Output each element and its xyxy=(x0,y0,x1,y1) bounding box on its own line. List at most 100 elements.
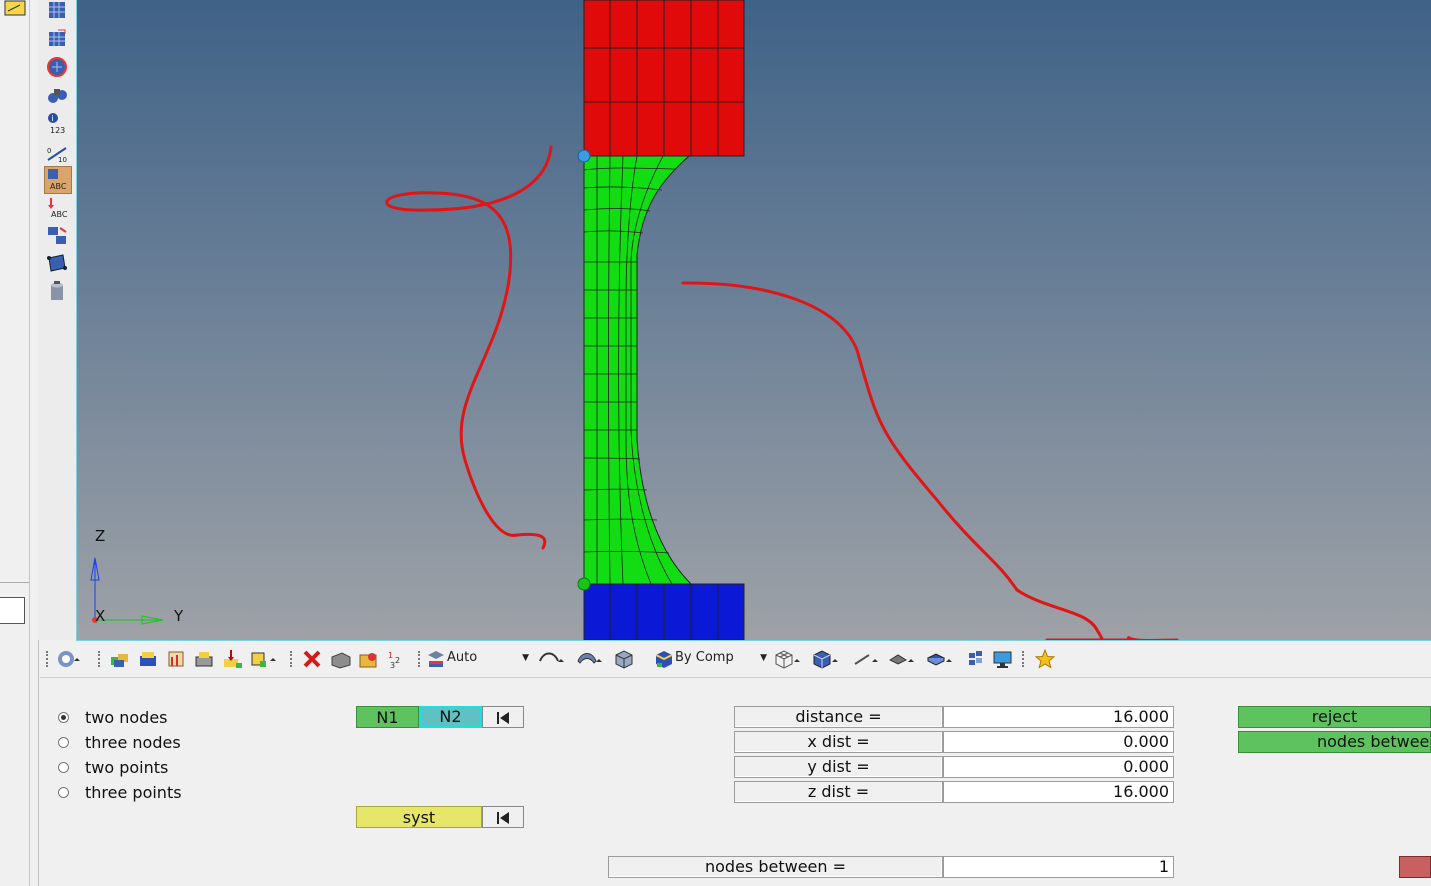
model-canvas[interactable] xyxy=(77,0,1431,640)
distance-label: distance = xyxy=(734,706,943,728)
visual-mode-value: Auto xyxy=(447,650,478,665)
load-collector-icon[interactable] xyxy=(222,649,242,669)
axis-x-label: X xyxy=(95,607,106,625)
svg-text:3: 3 xyxy=(390,661,395,669)
toolbar-grip xyxy=(46,651,50,667)
n2-node-button[interactable]: N2 xyxy=(419,706,482,728)
x-dist-value: 0.000 xyxy=(943,731,1174,753)
return-button[interactable] xyxy=(1399,856,1431,878)
left-panel-strip xyxy=(0,0,30,886)
load-label-icon[interactable]: ABC xyxy=(46,196,68,219)
layers-icon[interactable] xyxy=(138,649,158,669)
delete-icon[interactable] xyxy=(302,649,322,669)
y-dist-value: 0.000 xyxy=(943,756,1174,778)
radio-button[interactable] xyxy=(58,786,69,798)
svg-text:i: i xyxy=(52,114,54,123)
label-abc-icon[interactable]: ABC xyxy=(44,166,72,194)
mesh-edit-icon[interactable] xyxy=(46,28,68,50)
main-toolbar: 123 Auto ▼ By Comp ▼ xyxy=(40,641,1431,678)
z-dist-label: z dist = xyxy=(734,781,943,803)
option-two-points[interactable]: two points xyxy=(58,757,168,777)
node-n1-marker[interactable] xyxy=(577,149,591,163)
distance-value: 16.000 xyxy=(943,706,1174,728)
chevron-down-icon: ▼ xyxy=(760,653,767,663)
panel-divider xyxy=(0,582,29,583)
toolbar-separator xyxy=(1022,651,1026,667)
plane-select-icon[interactable] xyxy=(46,252,68,274)
visual-mode-select[interactable]: Auto ▼ xyxy=(447,647,529,669)
chevron-down-icon: ▼ xyxy=(522,653,529,663)
shell-display-icon[interactable] xyxy=(926,649,952,669)
option-two-nodes[interactable]: two nodes xyxy=(58,707,168,727)
shaded-elements-icon[interactable] xyxy=(812,649,838,669)
cylinder-icon[interactable] xyxy=(46,280,68,302)
surface-display-icon[interactable] xyxy=(576,649,602,669)
hide-icon[interactable] xyxy=(330,649,351,669)
monitor-icon[interactable] xyxy=(992,649,1012,669)
load-step-icon[interactable] xyxy=(250,649,276,669)
binoculars-icon[interactable] xyxy=(46,84,68,106)
open-folder-icon[interactable] xyxy=(4,0,26,16)
isolate-icon[interactable] xyxy=(358,649,378,669)
mesh-check-icon[interactable] xyxy=(46,56,68,78)
toolbar-separator xyxy=(290,651,294,667)
color-mode-select[interactable]: By Comp ▼ xyxy=(675,647,767,669)
nodes-between-input[interactable]: 1 xyxy=(943,856,1174,878)
transform-icon[interactable] xyxy=(46,224,68,246)
bottom-blue-component[interactable] xyxy=(583,583,745,640)
numbers-icon[interactable]: 123 xyxy=(386,649,406,670)
svg-text:0: 0 xyxy=(47,147,51,155)
n1-node-button[interactable]: N1 xyxy=(356,706,419,728)
mesh-view-icon[interactable] xyxy=(46,0,68,22)
svg-text:ABC: ABC xyxy=(50,182,67,191)
svg-text:1: 1 xyxy=(388,651,393,660)
panel-box[interactable] xyxy=(0,597,25,624)
toolbar-separator xyxy=(98,651,102,667)
radio-button[interactable] xyxy=(58,736,69,748)
graphics-viewport[interactable]: Z X Y xyxy=(76,0,1431,641)
middle-green-component[interactable] xyxy=(583,155,693,585)
skip-back-icon xyxy=(497,812,509,824)
mesh-quality-icon[interactable] xyxy=(966,649,986,669)
wireframe-icon[interactable] xyxy=(774,649,800,669)
vertical-toolbar: i 123 0 10 ABC ABC xyxy=(38,0,76,640)
option-three-nodes[interactable]: three nodes xyxy=(58,732,181,752)
rotate-view-icon[interactable] xyxy=(56,649,80,669)
svg-text:123: 123 xyxy=(50,126,65,135)
info-numbers-icon[interactable]: i 123 xyxy=(46,112,68,135)
radio-button[interactable] xyxy=(58,761,69,773)
color-mode-icon[interactable] xyxy=(654,649,674,669)
x-dist-label: x dist = xyxy=(734,731,943,753)
svg-text:2: 2 xyxy=(395,656,400,665)
nodes-between-button[interactable]: nodes betwee xyxy=(1238,731,1431,753)
material-icon[interactable] xyxy=(194,649,214,669)
solid-display-icon[interactable] xyxy=(614,649,634,669)
radio-button[interactable] xyxy=(58,711,69,723)
favorite-star-icon[interactable] xyxy=(1034,648,1056,669)
reject-button[interactable]: reject xyxy=(1238,706,1431,728)
axis-y-label: Y xyxy=(174,607,184,625)
option-label: two nodes xyxy=(85,707,168,727)
curve-display-icon[interactable] xyxy=(538,649,564,669)
option-label: three nodes xyxy=(85,732,181,752)
top-red-component[interactable] xyxy=(583,0,745,157)
node-n2-marker[interactable] xyxy=(577,577,591,591)
reset-syst-button[interactable] xyxy=(482,806,524,828)
annotation-stroke-right xyxy=(681,281,1179,640)
option-three-points[interactable]: three points xyxy=(58,782,182,802)
z-dist-value: 16.000 xyxy=(943,781,1174,803)
assembly-icon[interactable] xyxy=(166,649,186,669)
annotation-stroke-left xyxy=(385,145,553,550)
option-label: three points xyxy=(85,782,182,802)
syst-button[interactable]: syst xyxy=(356,806,482,828)
visual-mode-icon[interactable] xyxy=(426,649,446,669)
toolbar-separator xyxy=(418,651,422,667)
nodes-between-label: nodes between = xyxy=(608,856,943,878)
svg-text:10: 10 xyxy=(58,156,67,164)
option-label: two points xyxy=(85,757,169,777)
line-display-icon[interactable] xyxy=(852,649,878,669)
reset-nodes-button[interactable] xyxy=(482,706,524,728)
measure-distance-icon[interactable]: 0 10 xyxy=(46,140,68,164)
components-icon[interactable] xyxy=(110,649,130,669)
plane-display-icon[interactable] xyxy=(888,649,914,669)
